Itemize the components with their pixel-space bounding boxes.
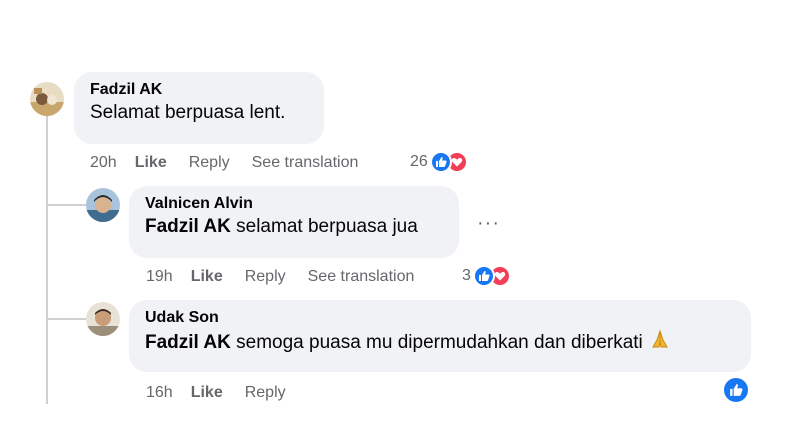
comment-body: Selamat berpuasa lent.	[90, 102, 286, 123]
comment-actions-1: 20h Like Reply See translation	[90, 154, 358, 172]
thread-line-branch-1	[46, 204, 88, 206]
like-button[interactable]: Like	[191, 268, 223, 286]
like-icon[interactable]	[722, 376, 750, 404]
comment-time[interactable]: 19h	[146, 268, 173, 286]
reaction-count: 3	[462, 267, 471, 284]
reaction-summary-2[interactable]: 3	[462, 265, 511, 287]
reply-button[interactable]: Reply	[189, 154, 230, 172]
like-icon	[429, 151, 452, 173]
see-translation-link[interactable]: See translation	[308, 268, 415, 286]
see-translation-link[interactable]: See translation	[252, 154, 359, 172]
comment-author[interactable]: Valnicen Alvin	[145, 194, 443, 214]
comment-body: semoga puasa mu dipermudahkan dan diberk…	[230, 332, 643, 354]
like-button[interactable]: Like	[135, 154, 167, 172]
like-icon	[472, 265, 495, 287]
avatar-fadzil-ak[interactable]	[30, 82, 64, 116]
comment-actions-3: 16h Like Reply	[146, 384, 308, 402]
comment-body: selamat berpuasa jua	[230, 216, 418, 237]
comment-author[interactable]: Udak Son	[145, 308, 735, 328]
reaction-count: 26	[410, 153, 428, 170]
comment-text: Fadzil AK selamat berpuasa jua	[145, 214, 443, 240]
like-button[interactable]: Like	[191, 384, 223, 402]
mention-link[interactable]: Fadzil AK	[145, 332, 231, 353]
comment-bubble-2: Valnicen Alvin Fadzil AK selamat berpuas…	[129, 186, 459, 258]
mention-link[interactable]: Fadzil AK	[145, 216, 231, 237]
comment-time[interactable]: 20h	[90, 154, 117, 172]
comment-actions-2: 19h Like Reply See translation	[146, 268, 414, 286]
comment-text: Selamat berpuasa lent.	[90, 100, 308, 126]
reply-button[interactable]: Reply	[245, 268, 286, 286]
folded-hands-icon	[649, 328, 671, 358]
reply-button[interactable]: Reply	[245, 384, 286, 402]
avatar-valnicen-alvin[interactable]	[86, 188, 120, 222]
avatar-udak-son[interactable]	[86, 302, 120, 336]
thread-line-branch-2	[46, 318, 88, 320]
more-options-icon[interactable]: ···	[477, 213, 500, 233]
comment-bubble-1: Fadzil AK Selamat berpuasa lent.	[74, 72, 324, 144]
reaction-summary-1[interactable]: 26	[410, 151, 468, 173]
comment-time[interactable]: 16h	[146, 384, 173, 402]
comment-bubble-3: Udak Son Fadzil AK semoga puasa mu diper…	[129, 300, 751, 372]
comment-author[interactable]: Fadzil AK	[90, 80, 308, 100]
comment-text: Fadzil AK semoga puasa mu dipermudahkan …	[145, 328, 735, 358]
thread-line-main	[46, 116, 48, 404]
